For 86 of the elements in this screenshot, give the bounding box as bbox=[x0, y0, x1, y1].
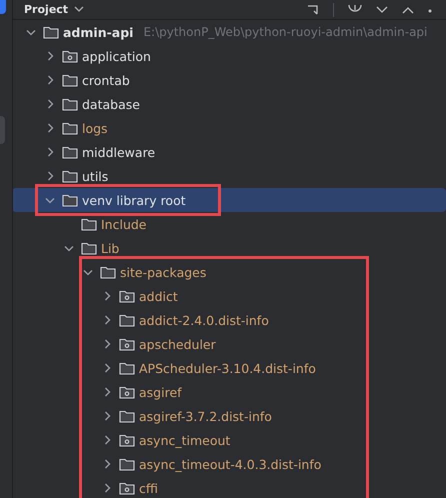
chevron-right-icon[interactable] bbox=[104, 339, 110, 349]
chevron-right-icon[interactable] bbox=[104, 315, 110, 325]
chevron-up-icon[interactable] bbox=[402, 6, 414, 14]
chevron-right-icon[interactable] bbox=[46, 99, 54, 109]
item-label: APScheduler-3.10.4.dist-info bbox=[139, 360, 316, 376]
collapse-icon[interactable] bbox=[307, 4, 319, 14]
tree-row[interactable]: asgiref bbox=[101, 380, 186, 404]
tree-row[interactable]: admin-api E:\pythonP_Web\python-ruoyi-admin\admin-api bbox=[25, 20, 432, 44]
item-label: venv library root bbox=[82, 192, 186, 208]
tree-row[interactable]: addict-2.4.0.dist-info bbox=[101, 308, 273, 332]
item-label: Include bbox=[101, 216, 147, 232]
tree-row[interactable]: Lib bbox=[63, 236, 124, 260]
item-label: site-packages bbox=[120, 264, 206, 280]
tool-window-button[interactable] bbox=[0, 0, 6, 14]
item-label: crontab bbox=[82, 72, 130, 88]
item-label: application bbox=[82, 48, 151, 64]
package-folder-icon bbox=[119, 385, 135, 399]
folder-icon bbox=[62, 169, 78, 183]
tree-row[interactable]: apscheduler bbox=[101, 332, 220, 356]
item-label: addict-2.4.0.dist-info bbox=[139, 312, 269, 328]
chevron-down-icon[interactable] bbox=[64, 244, 74, 252]
tree-row[interactable]: Include bbox=[63, 212, 151, 236]
folder-icon bbox=[119, 313, 135, 327]
tree-row[interactable]: middleware bbox=[44, 140, 160, 164]
tree-row[interactable]: async_timeout-4.0.3.dist-info bbox=[101, 452, 326, 476]
item-label: addict bbox=[139, 288, 178, 304]
tree-row[interactable]: database bbox=[44, 92, 144, 116]
item-label: asgiref-3.7.2.dist-info bbox=[139, 408, 272, 424]
package-folder-icon bbox=[119, 481, 135, 495]
tree-row[interactable]: crontab bbox=[44, 68, 134, 92]
chevron-right-icon[interactable] bbox=[46, 123, 54, 133]
chevron-right-icon[interactable] bbox=[46, 75, 54, 85]
item-label: utils bbox=[82, 168, 108, 184]
chevron-right-icon[interactable] bbox=[46, 171, 54, 181]
folder-icon bbox=[119, 457, 135, 471]
chevron-right-icon[interactable] bbox=[46, 51, 54, 61]
tree-row[interactable]: cffi bbox=[101, 476, 162, 498]
tree-row[interactable]: asgiref-3.7.2.dist-info bbox=[101, 404, 276, 428]
folder-icon bbox=[100, 265, 116, 279]
tree-row[interactable]: logs bbox=[44, 116, 112, 140]
chevron-right-icon[interactable] bbox=[104, 363, 110, 373]
item-label: asgiref bbox=[139, 384, 182, 400]
chevron-right-icon[interactable] bbox=[104, 411, 110, 421]
item-label: middleware bbox=[82, 144, 156, 160]
item-label: logs bbox=[82, 120, 108, 136]
chevron-right-icon[interactable] bbox=[104, 459, 110, 469]
package-folder-icon bbox=[62, 49, 78, 63]
item-label: database bbox=[82, 96, 140, 112]
package-folder-icon bbox=[119, 289, 135, 303]
tree-row[interactable]: venv library root bbox=[12, 188, 446, 212]
chevron-down-icon[interactable] bbox=[26, 28, 36, 36]
chevron-down-icon[interactable] bbox=[83, 268, 93, 276]
chevron-right-icon[interactable] bbox=[104, 435, 110, 445]
chevron-right-icon[interactable] bbox=[104, 483, 110, 493]
tree-row[interactable]: async_timeout bbox=[101, 428, 234, 452]
tree-row[interactable]: APScheduler-3.10.4.dist-info bbox=[101, 356, 320, 380]
folder-icon bbox=[81, 241, 97, 255]
item-label: async_timeout bbox=[139, 432, 230, 448]
item-label: async_timeout-4.0.3.dist-info bbox=[139, 456, 322, 472]
folder-icon bbox=[119, 409, 135, 423]
chevron-right-icon[interactable] bbox=[104, 291, 110, 301]
folder-icon bbox=[62, 121, 78, 135]
chevron-down-icon[interactable] bbox=[376, 6, 388, 14]
folder-icon bbox=[62, 145, 78, 159]
folder-path: E:\pythonP_Web\python-ruoyi-admin\admin-api bbox=[143, 25, 428, 39]
tree-row[interactable]: utils bbox=[44, 164, 112, 188]
tree-row[interactable]: application bbox=[44, 44, 155, 68]
chevron-down-icon[interactable] bbox=[74, 6, 84, 14]
item-label: apscheduler bbox=[139, 336, 216, 352]
chevron-down-icon[interactable] bbox=[45, 196, 55, 204]
package-folder-icon bbox=[119, 433, 135, 447]
item-label: Lib bbox=[101, 240, 120, 256]
item-label: cffi bbox=[139, 480, 158, 496]
folder-icon bbox=[62, 97, 78, 111]
folder-icon bbox=[62, 73, 78, 87]
folder-icon bbox=[43, 25, 59, 39]
folder-icon bbox=[62, 193, 78, 207]
tree-row[interactable]: addict bbox=[101, 284, 182, 308]
panel-title[interactable]: Project bbox=[24, 3, 68, 16]
folder-icon bbox=[81, 217, 97, 231]
tree-row[interactable]: site-packages bbox=[82, 260, 210, 284]
folder-icon bbox=[119, 361, 135, 375]
package-folder-icon bbox=[119, 337, 135, 351]
item-label: admin-api bbox=[63, 24, 134, 40]
chevron-right-icon[interactable] bbox=[104, 387, 110, 397]
chevron-right-icon[interactable] bbox=[46, 147, 54, 157]
